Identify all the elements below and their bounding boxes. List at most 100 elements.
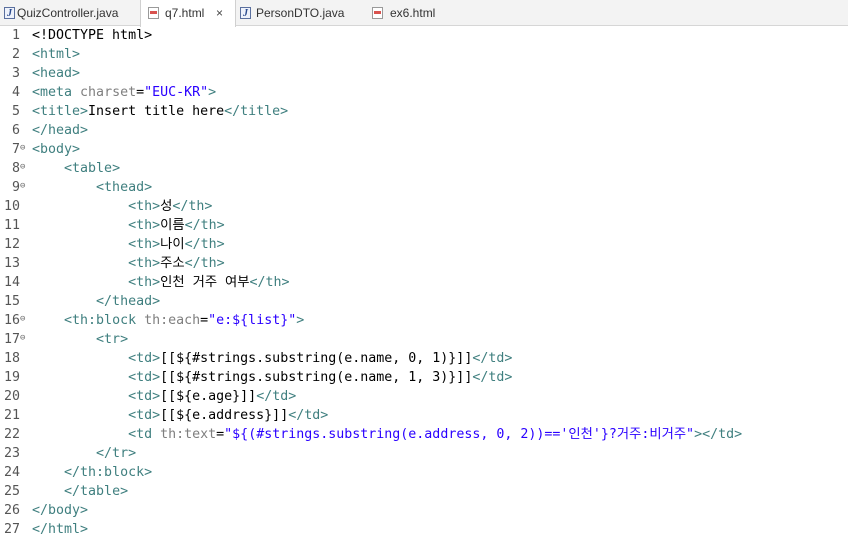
code-line[interactable]: 20 <td>[[${e.age}]]</td>: [0, 387, 848, 406]
code-line[interactable]: 1 <!DOCTYPE html>: [0, 26, 848, 45]
code-line[interactable]: 4 <meta charset="EUC-KR">: [0, 83, 848, 102]
html-file-icon: [148, 7, 159, 19]
line-number: 11: [3, 218, 20, 233]
fold-toggle-icon[interactable]: ⊖: [20, 311, 30, 328]
code-token: </th>: [172, 199, 213, 214]
tab-ex6-html[interactable]: ex6.html: [368, 0, 468, 26]
code-text: <th>인천 거주 여부</th>: [32, 273, 290, 292]
fold-toggle-icon[interactable]: ⊖: [20, 159, 30, 176]
code-line[interactable]: 5 <title>Insert title here</title>: [0, 102, 848, 121]
code-line[interactable]: 23 </tr>: [0, 444, 848, 463]
line-number: 27: [3, 522, 20, 537]
code-line[interactable]: 2 <html>: [0, 45, 848, 64]
code-token: </body>: [32, 503, 89, 518]
code-line[interactable]: 10 <th>성</th>: [0, 197, 848, 216]
code-line[interactable]: 25 </table>: [0, 482, 848, 501]
fold-toggle-icon[interactable]: ⊖: [20, 140, 30, 157]
code-line[interactable]: 9 ⊖ <thead>: [0, 178, 848, 197]
code-token: th:text: [160, 427, 217, 442]
code-line[interactable]: 21 <td>[[${e.address}]]</td>: [0, 406, 848, 425]
code-token: [[${e.age}]]: [160, 389, 257, 404]
code-token: =: [136, 85, 145, 100]
java-file-icon: [4, 1, 15, 27]
code-line[interactable]: 19 <td>[[${#strings.substring(e.name, 1,…: [0, 368, 848, 387]
code-text: <html>: [32, 45, 80, 64]
code-token: <td: [128, 427, 161, 442]
code-text: <td>[[${e.age}]]</td>: [32, 387, 296, 406]
line-number: 3: [11, 66, 20, 81]
tab-quizcontroller-java[interactable]: QuizController.java: [0, 0, 140, 27]
code-token: </tr>: [96, 446, 137, 461]
code-editor[interactable]: 1 <!DOCTYPE html> 2 <html> 3 <head> 4 <meta cha…: [0, 26, 848, 542]
code-token: [[${e.address}]]: [160, 408, 289, 423]
line-number: 21: [3, 408, 20, 423]
line-number: 26: [3, 503, 20, 518]
code-line[interactable]: 26 </body>: [0, 501, 848, 520]
code-line[interactable]: 13 <th>주소</th>: [0, 254, 848, 273]
code-line[interactable]: 8 ⊖ <table>: [0, 159, 848, 178]
code-text: <tr>: [32, 330, 128, 349]
code-token: </td>: [472, 351, 513, 366]
tab-label: q7.html: [165, 6, 205, 20]
tab-persondto-java[interactable]: PersonDTO.java: [236, 0, 368, 27]
code-text: <meta charset="EUC-KR">: [32, 83, 216, 102]
code-line[interactable]: 14 <th>인천 거주 여부</th>: [0, 273, 848, 292]
code-line[interactable]: 3 <head>: [0, 64, 848, 83]
code-token: Insert title here: [88, 104, 225, 119]
tab-label: ex6.html: [390, 6, 436, 20]
code-token: [[${#strings.substring(e.name, 1, 3)}]]: [160, 370, 473, 385]
code-text: <head>: [32, 64, 80, 83]
code-token: </th>: [249, 275, 290, 290]
code-token: <td>: [128, 389, 161, 404]
code-line[interactable]: 11 <th>이름</th>: [0, 216, 848, 235]
code-token: </td>: [288, 408, 329, 423]
code-text: </th:block>: [32, 463, 152, 482]
code-token: 나이: [160, 237, 185, 252]
code-token: >: [208, 85, 217, 100]
code-line[interactable]: 15 </thead>: [0, 292, 848, 311]
fold-toggle-icon[interactable]: ⊖: [20, 178, 30, 195]
code-token: <!DOCTYPE html>: [32, 28, 153, 43]
java-file-icon: [240, 1, 251, 27]
code-text: <body>: [32, 140, 80, 159]
code-token: 이름: [160, 218, 185, 233]
code-token: </td>: [256, 389, 297, 404]
code-token: <html>: [32, 47, 81, 62]
code-line[interactable]: 24 </th:block>: [0, 463, 848, 482]
code-text: </thead>: [32, 292, 160, 311]
code-line[interactable]: 16 ⊖ <th:block th:each="e:${list}">: [0, 311, 848, 330]
code-token: <thead>: [96, 180, 153, 195]
code-line[interactable]: 12 <th>나이</th>: [0, 235, 848, 254]
code-token: <th>: [128, 218, 161, 233]
code-line[interactable]: 18 <td>[[${#strings.substring(e.name, 0,…: [0, 349, 848, 368]
code-line[interactable]: 27 </html>: [0, 520, 848, 539]
line-number: 19: [3, 370, 20, 385]
code-token: =: [216, 427, 225, 442]
code-token: <tr>: [96, 332, 129, 347]
code-line[interactable]: 7 ⊖ <body>: [0, 140, 848, 159]
code-text: <table>: [32, 159, 120, 178]
code-text: <th:block th:each="e:${list}">: [32, 311, 304, 330]
code-token: "EUC-KR": [144, 85, 209, 100]
code-token: </head>: [32, 123, 89, 138]
fold-toggle-icon[interactable]: ⊖: [20, 330, 30, 347]
close-icon[interactable]: ×: [216, 0, 223, 26]
code-token: 성: [160, 199, 173, 214]
code-line[interactable]: 6 </head>: [0, 121, 848, 140]
code-text: <th>이름</th>: [32, 216, 225, 235]
code-text: <th>나이</th>: [32, 235, 225, 254]
code-token: =: [200, 313, 209, 328]
code-token: </th>: [184, 237, 225, 252]
code-token: >: [296, 313, 305, 328]
code-line[interactable]: 17 ⊖ <tr>: [0, 330, 848, 349]
tab-q7-html[interactable]: q7.html ×: [140, 0, 236, 27]
code-line[interactable]: 22 <td th:text="${(#strings.substring(e.…: [0, 425, 848, 444]
line-number: 13: [3, 256, 20, 271]
